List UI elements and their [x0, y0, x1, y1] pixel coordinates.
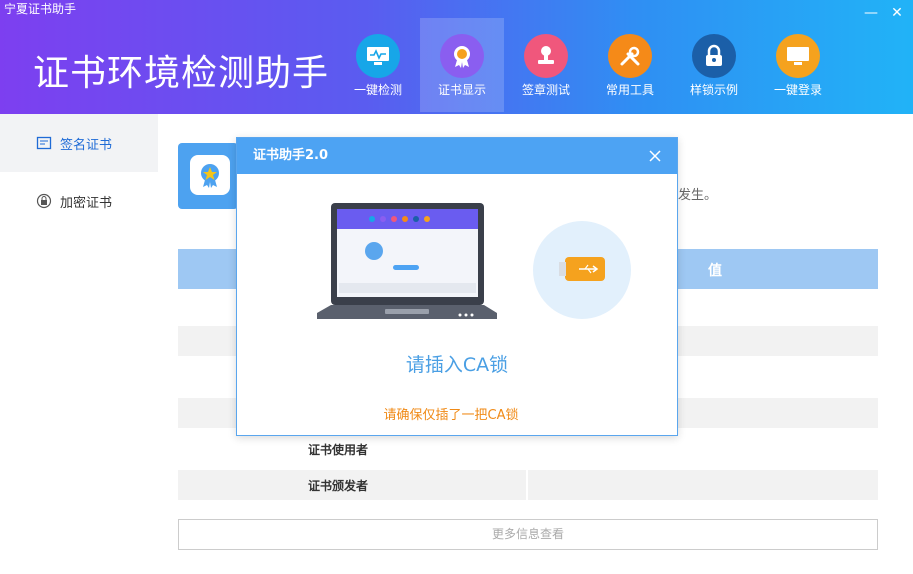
encrypt-cert-icon — [36, 193, 52, 209]
tools-icon — [608, 34, 652, 78]
usb-key-icon — [533, 221, 631, 319]
more-info-button[interactable]: 更多信息查看 — [178, 519, 878, 550]
nav-item-stamp-test[interactable]: 签章测试 — [504, 18, 588, 112]
sidebar: 签名证书 加密证书 — [0, 114, 158, 574]
single-ca-hint: 请确保仅插了一把CA锁 — [383, 408, 519, 423]
window-title: 宁夏证书助手 — [4, 2, 77, 16]
sidebar-item-sign-cert[interactable]: 签名证书 — [0, 114, 158, 172]
certificate-badge-icon — [440, 34, 484, 78]
certificate-badge-icon — [190, 155, 230, 195]
nav-label: 常用工具 — [605, 83, 654, 97]
lock-icon — [692, 34, 736, 78]
monitor-check-icon — [356, 34, 400, 78]
app-header: 宁夏证书助手 — ✕ 证书环境检测助手 一键检测 证书显示 签章测试 常用工具 — [0, 0, 913, 114]
cert-badge — [178, 143, 238, 209]
nav-label: 一键登录 — [773, 83, 822, 97]
nav-label: 证书显示 — [437, 83, 486, 97]
nav-item-tools[interactable]: 常用工具 — [588, 18, 672, 112]
stamp-icon — [524, 34, 568, 78]
dialog-header: 证书助手2.0 — [237, 138, 677, 174]
sidebar-item-encrypt-cert[interactable]: 加密证书 — [0, 172, 158, 230]
app-title: 证书环境检测助手 — [33, 53, 330, 94]
minimize-button[interactable]: — — [862, 4, 880, 22]
close-icon — [649, 150, 661, 162]
sidebar-item-label: 签名证书 — [60, 137, 113, 153]
table-row: 证书使用者 — [178, 434, 878, 464]
value-column-header: 值 — [708, 263, 722, 279]
nav-label: 签章测试 — [521, 83, 570, 97]
sign-cert-icon — [36, 136, 52, 150]
info-text: 发生。 — [678, 188, 718, 203]
nav-label: 一键检测 — [353, 83, 402, 97]
cert-assistant-dialog: 证书助手2.0 请插入CA锁 请确保仅插了一把CA锁 — [236, 137, 678, 436]
sidebar-item-label: 加密证书 — [60, 195, 113, 211]
row-key: 证书使用者 — [308, 443, 369, 457]
close-window-button[interactable]: ✕ — [888, 4, 906, 22]
table-row: 证书颁发者 — [178, 470, 878, 500]
row-key: 证书颁发者 — [308, 479, 369, 493]
nav-item-quick-check[interactable]: 一键检测 — [336, 18, 420, 112]
laptop-illustration — [317, 203, 497, 319]
nav-item-quick-login[interactable]: 一键登录 — [756, 18, 840, 112]
dialog-title: 证书助手2.0 — [253, 148, 329, 163]
dialog-close-button[interactable] — [649, 138, 665, 174]
insert-ca-prompt: 请插入CA锁 — [405, 354, 509, 376]
computer-icon — [776, 34, 820, 78]
column-divider — [526, 470, 528, 500]
nav-item-lock-example[interactable]: 样锁示例 — [672, 18, 756, 112]
top-nav: 一键检测 证书显示 签章测试 常用工具 样锁示例 一键登录 — [336, 18, 840, 112]
nav-label: 样锁示例 — [689, 83, 738, 97]
nav-item-cert-display[interactable]: 证书显示 — [420, 18, 504, 112]
